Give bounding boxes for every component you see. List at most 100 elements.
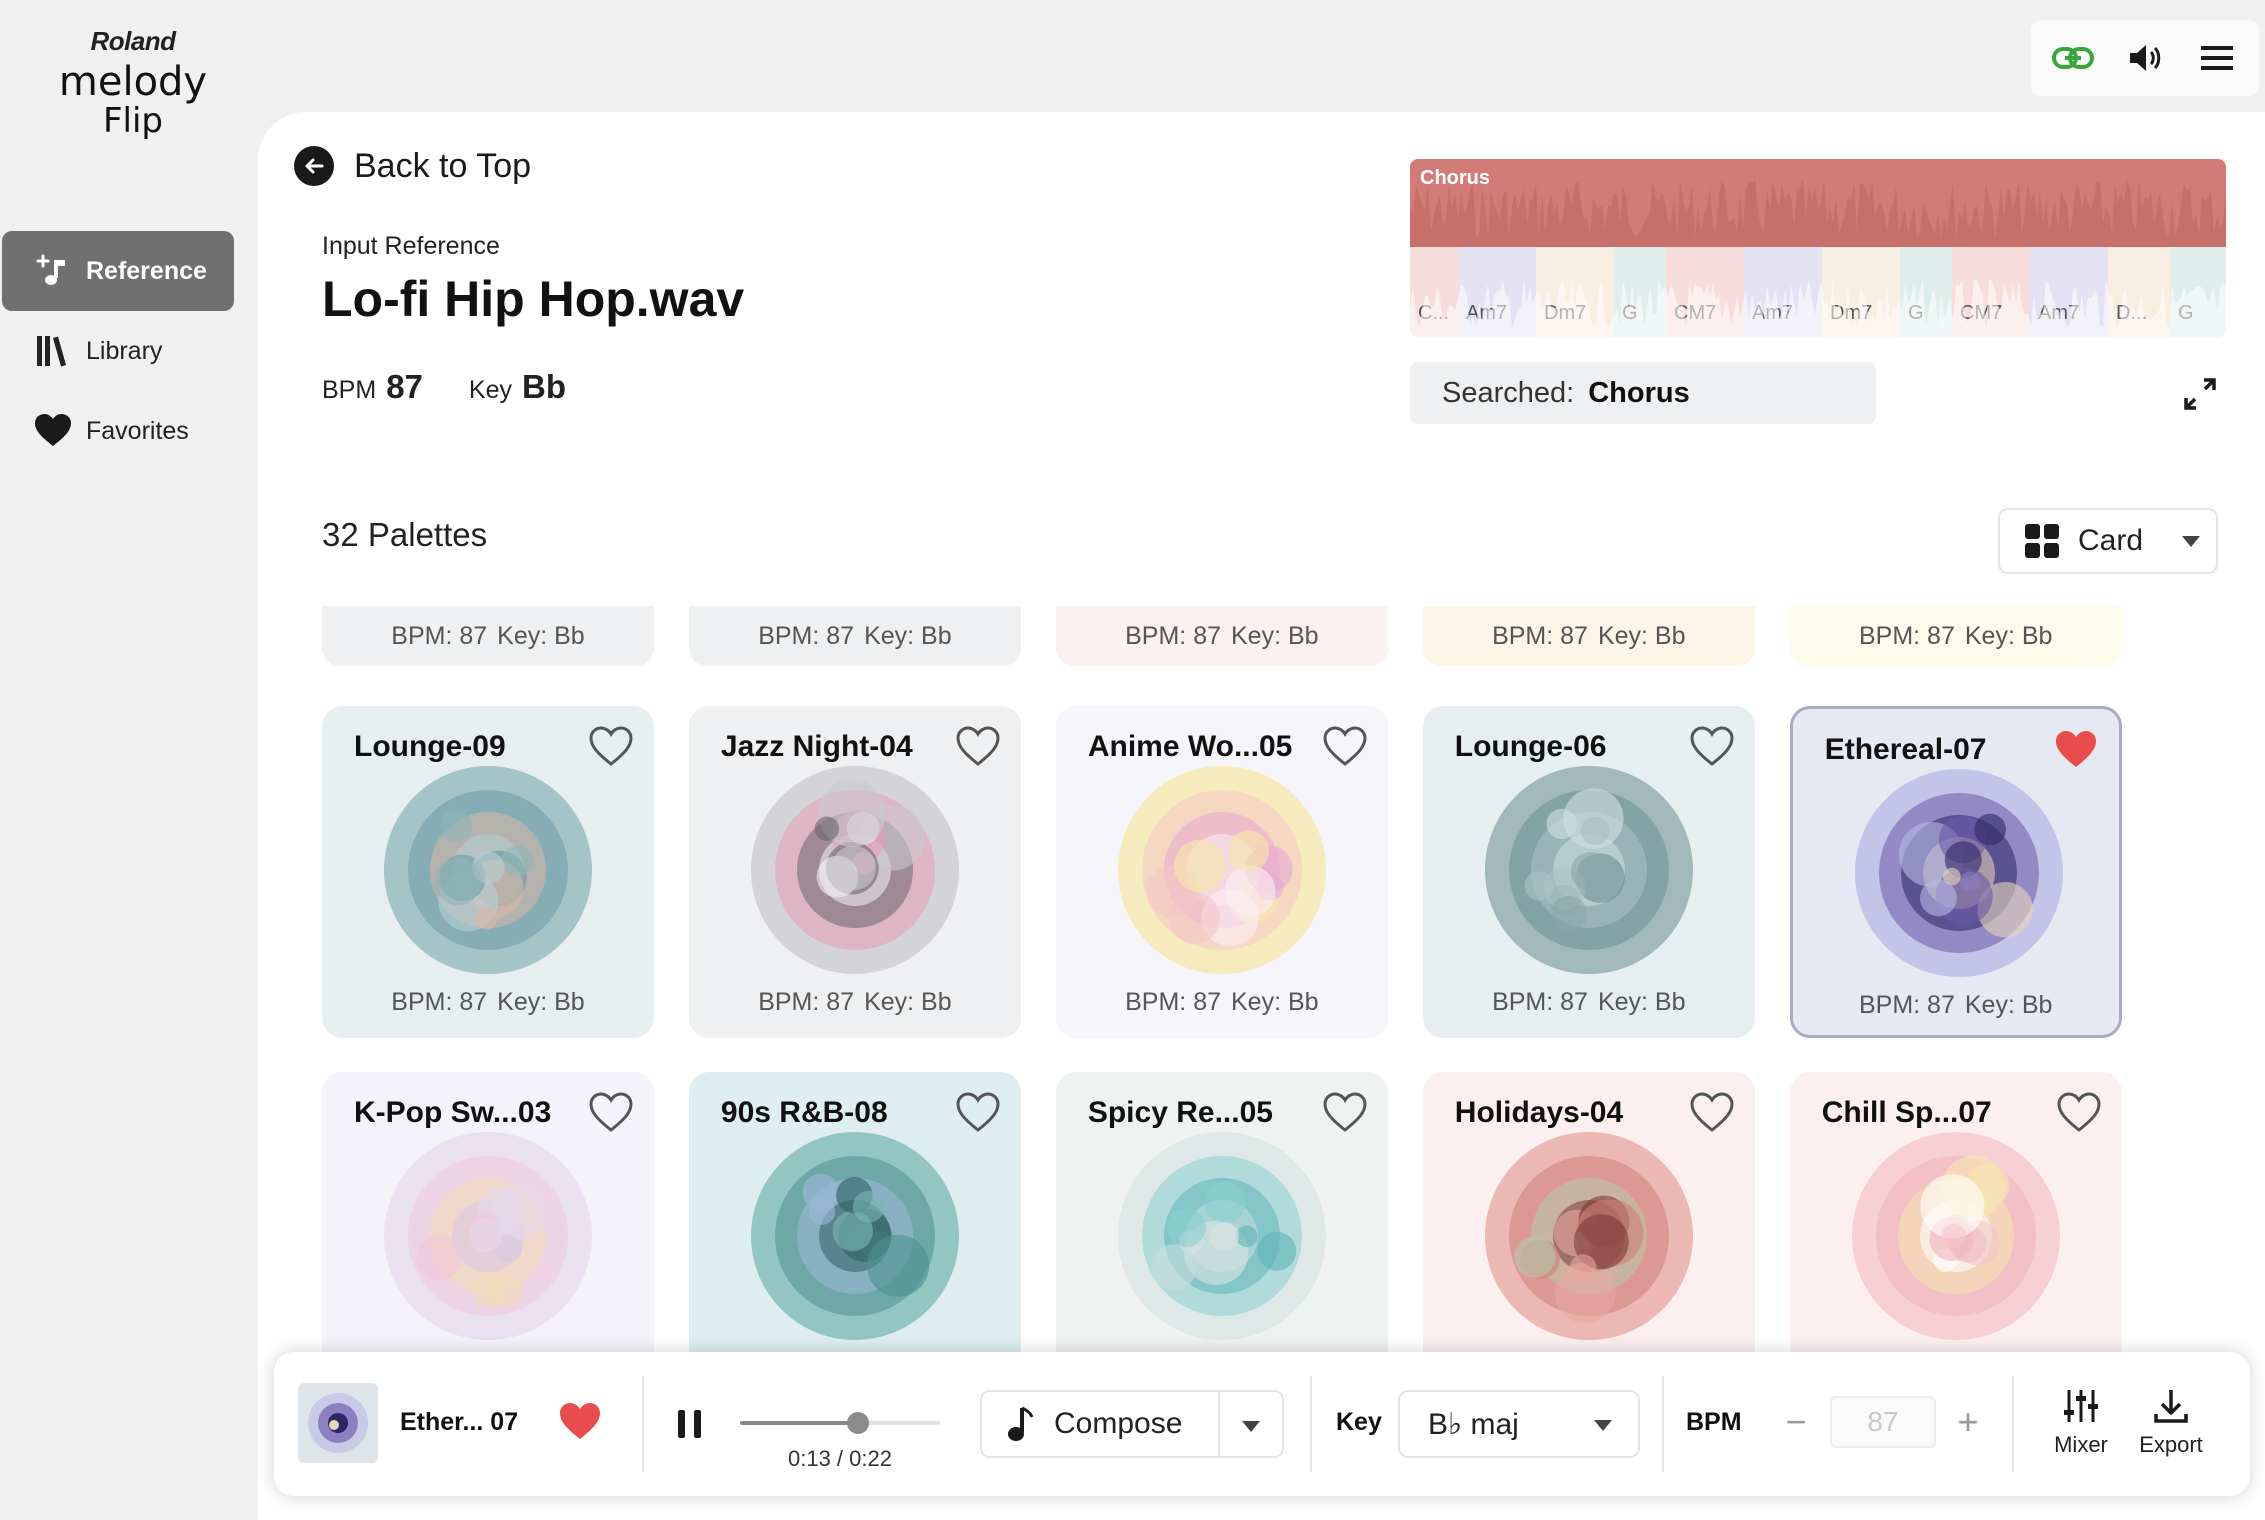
heart-outline-icon[interactable] [588, 1090, 634, 1136]
card-bpm: BPM: 87 [1125, 621, 1221, 650]
card-title: Lounge-09 [354, 730, 506, 763]
menu-icon [2201, 46, 2233, 70]
bpm-decrease-button[interactable]: − [1776, 1402, 1816, 1442]
heart-outline-icon[interactable] [1322, 1090, 1368, 1136]
chord-block[interactable]: Dm7 [1536, 247, 1614, 337]
chord-block[interactable]: CM7 [1666, 247, 1744, 337]
palette-artwork [1854, 769, 2063, 977]
key-select[interactable]: B♭ maj [1398, 1390, 1640, 1458]
chord-block[interactable]: Am7 [1744, 247, 1822, 337]
compose-button[interactable]: Compose [982, 1392, 1220, 1456]
palette-card[interactable]: Lounge-06 BPM: 87 Key: Bb [1422, 706, 1755, 1038]
chord-block[interactable]: CM7 [1952, 247, 2030, 337]
divider [1662, 1376, 1664, 1472]
searched-section-indicator: Searched: Chorus [1410, 362, 1876, 424]
card-bpm: BPM: 87 [1858, 991, 1955, 1019]
palette-artwork [1117, 1132, 1326, 1340]
chord-block[interactable]: Dm7 [1822, 247, 1900, 337]
chord-block[interactable]: Am7 [1458, 247, 1536, 337]
heart-outline-icon[interactable] [1689, 1090, 1735, 1136]
palette-card-partial[interactable]: BPM: 87 Key: Bb [322, 606, 654, 666]
palette-card[interactable]: Lounge-09 BPM: 87 Key: Bb [322, 706, 654, 1038]
pause-icon[interactable] [672, 1404, 708, 1444]
chord-block[interactable]: C... [1410, 247, 1458, 337]
palette-card[interactable]: Anime Wo...05 BPM: 87 Key: Bb [1055, 706, 1388, 1038]
searched-label: Searched: [1442, 376, 1575, 409]
chord-block[interactable]: Am7 [2030, 247, 2108, 337]
bpm-input[interactable] [1830, 1396, 1936, 1448]
key-select-value: B♭ maj [1428, 1407, 1519, 1441]
card-bpm: BPM: 87 [1492, 988, 1588, 1016]
back-to-top-button[interactable]: Back to Top [294, 146, 531, 186]
chord-label: Dm7 [1830, 302, 1873, 324]
heart-filled-icon[interactable] [557, 1399, 603, 1445]
divider [2012, 1376, 2014, 1472]
heart-outline-icon[interactable] [955, 724, 1001, 770]
waveform-display[interactable]: C... Am7 Dm7 G CM7 Am7 Dm7 G CM7 Am7 D... G Chorus [1410, 159, 2226, 337]
palette-artwork [1117, 766, 1326, 974]
card-key: Key: Bb [497, 988, 585, 1016]
player-bar: Ether... 07 0:13 / 0:22 Compose Key B♭ m… [274, 1352, 2250, 1496]
playback-scrubber-handle[interactable] [847, 1412, 869, 1434]
card-key: Key: Bb [1597, 988, 1686, 1016]
compose-dropdown-button[interactable] [1220, 1392, 1282, 1456]
card-key: Key: Bb [864, 621, 952, 650]
chord-label: D... [2116, 302, 2148, 324]
palette-card-partial[interactable]: BPM: 87 Key: Bb [1055, 606, 1388, 666]
main-panel: Back to Top Input Reference Lo-fi Hip Ho… [258, 112, 2265, 1520]
card-bpm: BPM: 87 [758, 621, 855, 650]
sidebar-item-label: Favorites [86, 416, 189, 445]
section-region-chorus[interactable] [1410, 159, 2226, 247]
card-key: Key: Bb [1231, 621, 1319, 650]
heart-outline-icon[interactable] [1322, 724, 1368, 770]
view-mode-select[interactable]: Card [1998, 508, 2218, 574]
card-bpm: BPM: 87 [1492, 621, 1588, 650]
sidebar-item-library[interactable]: Library [2, 311, 234, 391]
link-button[interactable] [2047, 32, 2099, 84]
mixer-sliders-icon [2064, 1390, 2098, 1422]
palette-card-partial[interactable]: BPM: 87 Key: Bb [1422, 606, 1755, 666]
mixer-button[interactable]: Mixer [2036, 1386, 2126, 1466]
sidebar: Roland melody Flip Reference Library Fav… [0, 0, 258, 1520]
heart-outline-icon[interactable] [2056, 1090, 2102, 1136]
chord-label: Am7 [1466, 302, 1508, 324]
playback-progress-fill [740, 1421, 858, 1425]
chord-label: CM7 [1960, 302, 2003, 324]
volume-button[interactable] [2119, 32, 2171, 84]
bpm-increase-button[interactable]: + [1948, 1402, 1988, 1442]
heart-outline-icon[interactable] [588, 724, 634, 770]
menu-button[interactable] [2191, 32, 2243, 84]
chord-block[interactable]: G [1614, 247, 1666, 337]
palette-card[interactable]: Ethereal-07 BPM: 87 Key: Bb [1789, 706, 2122, 1038]
sidebar-item-favorites[interactable]: Favorites [2, 391, 234, 471]
playback-scrubber[interactable] [740, 1412, 940, 1434]
palette-card[interactable]: Jazz Night-04 BPM: 87 Key: Bb [688, 706, 1021, 1038]
heart-filled-icon[interactable] [2053, 727, 2099, 773]
sidebar-item-label: Reference [86, 256, 207, 285]
chord-block[interactable]: G [1900, 247, 1952, 337]
player-bpm-label: BPM [1686, 1408, 1742, 1436]
chord-block[interactable]: G [2170, 247, 2226, 337]
card-key: Key: Bb [1964, 621, 2053, 650]
export-button[interactable]: Export [2126, 1386, 2216, 1466]
card-bpm: BPM: 87 [758, 988, 855, 1016]
playback-time: 0:13 / 0:22 [788, 1446, 892, 1471]
chord-block[interactable]: D... [2108, 247, 2170, 337]
card-key: Key: Bb [1964, 991, 2053, 1019]
expand-icon[interactable] [2180, 374, 2220, 414]
heart-outline-icon[interactable] [1689, 724, 1735, 770]
chord-label: G [1908, 302, 1924, 324]
chord-label: G [2178, 302, 2194, 324]
heart-outline-icon[interactable] [955, 1090, 1001, 1136]
card-title: Lounge-06 [1454, 730, 1607, 763]
current-palette-thumbnail[interactable] [298, 1383, 378, 1463]
sidebar-item-reference[interactable]: Reference [2, 231, 234, 311]
palette-card-partial[interactable]: BPM: 87 Key: Bb [688, 606, 1021, 666]
card-meta: BPM: 87 Key: Bb [689, 988, 1021, 1017]
key-value: Bb [522, 368, 566, 405]
product-name-line1: melody [58, 59, 208, 105]
top-toolbar [2031, 20, 2259, 96]
palette-count: 32 Palettes [322, 516, 488, 553]
palette-card-partial[interactable]: BPM: 87 Key: Bb [1789, 606, 2122, 666]
app-logo: Roland melody Flip [48, 26, 218, 139]
